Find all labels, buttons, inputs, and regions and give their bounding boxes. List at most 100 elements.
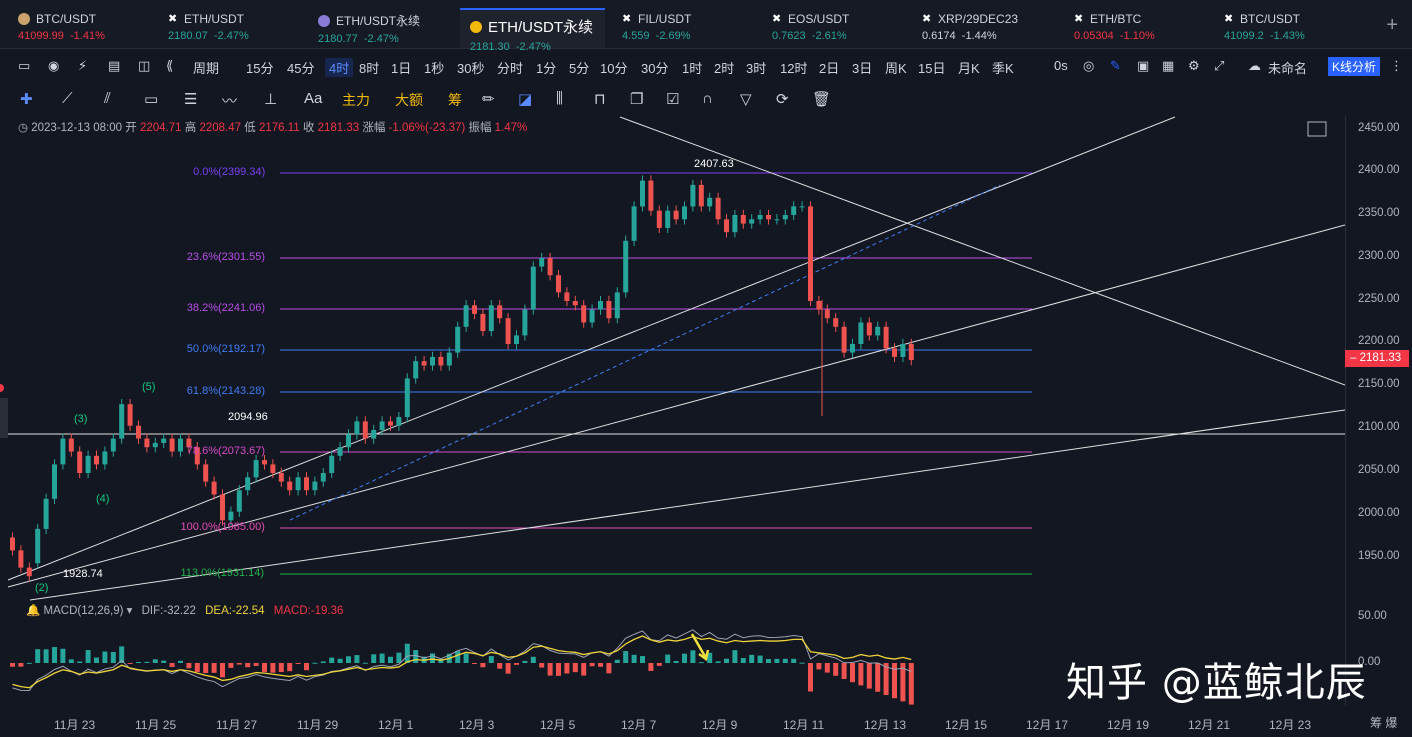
macd-value: MACD:-19.36 [273,605,344,617]
macd-bar [539,663,545,668]
bell-icon[interactable]: 🔔 [26,605,40,617]
macd-bar [757,655,763,663]
candle [673,210,679,220]
macd-bar [740,658,746,663]
macd-bar [312,662,318,664]
price-tick: 2450.00 [1358,122,1400,134]
candle [623,240,629,293]
macd-bar [505,663,511,674]
candle [522,309,528,336]
more-icon[interactable]: ⋮ [1390,58,1403,74]
macd-bar [522,660,528,663]
macd-bar [455,651,461,663]
macd-bar [245,663,251,668]
candle [371,430,377,439]
price-tick: 2000.00 [1358,507,1400,519]
macd-bar [724,658,729,663]
date-tick: 12月 7 [621,718,657,732]
candle [682,206,687,220]
macd-bar [824,663,830,673]
candle [589,309,595,323]
macd-bar [253,663,259,666]
fullscreen-toggle-icon [1307,121,1327,137]
macd-bar [472,663,477,664]
fib-level-label: 100.0%(1985.00) [180,521,265,533]
level-annotation: 2094.96 [228,411,268,423]
wave-label: (5) [142,381,156,393]
current-price-tag: – 2181.33 [1345,350,1409,367]
date-tick: 11月 29 [297,718,339,732]
macd-bar [304,663,309,671]
macd-bar [858,663,864,686]
macd-bar [404,643,410,663]
candle [707,197,713,207]
macd-bar [35,649,41,663]
candle [430,356,435,366]
candle [690,184,696,207]
macd-bar [514,663,519,665]
add-tab-icon[interactable]: + [1386,14,1398,37]
macd-bar [354,655,360,663]
trendline [7,116,1176,581]
fib-level-label: 61.8%(2143.28) [186,385,266,397]
macd-bar [236,663,242,665]
macd-bar [136,661,141,663]
macd-bar [85,650,91,663]
candle [18,550,24,568]
macd-bar [488,656,494,663]
date-tick: 12月 21 [1188,718,1231,732]
candle [875,326,881,336]
macd-bar [631,654,637,663]
candle [530,266,536,310]
candle [505,318,511,344]
macd-bar [656,663,662,666]
candle [127,404,133,426]
candle [514,335,519,344]
macd-bar [564,663,570,674]
macd-bar [648,663,654,671]
candle [102,451,108,465]
candle [665,210,671,228]
price-axis[interactable]: 2450.00 2400.00 2350.00 2300.00 2250.00 2200.… [1345,116,1412,706]
macd-bar [808,663,813,692]
candle [791,206,797,215]
macd-bar [430,653,435,663]
candle [455,326,461,353]
candle [388,421,393,426]
candle [614,292,620,319]
candle [908,344,914,361]
date-tick: 11月 23 [54,718,96,732]
candle [858,322,864,344]
candle [715,197,721,220]
candle [245,477,251,491]
candle [253,460,259,478]
macd-bar [396,652,402,663]
macd-label[interactable]: MACD(12,26,9) [44,605,124,617]
candle [295,477,301,491]
candle [287,481,293,491]
price-tick: 2100.00 [1358,421,1400,433]
macd-bar [127,663,133,664]
side-collapse-handle[interactable] [0,398,8,438]
macd-bar [673,660,679,663]
candle [43,498,49,529]
macd-bar [413,650,419,663]
price-chart[interactable] [0,0,1345,737]
macd-bar [144,661,150,663]
macd-bar [581,663,587,676]
date-tick: 11月 27 [216,718,258,732]
candle [581,305,587,323]
fib-level-label: 23.6%(2301.55) [186,251,266,263]
candle [816,301,822,310]
macd-bar [287,663,293,672]
candle [472,305,477,314]
macd-bar [732,650,738,663]
macd-bar [337,658,343,663]
macd-bar [52,647,57,663]
candle [161,438,167,443]
macd-tick: 50.00 [1358,610,1387,622]
candle [144,438,150,448]
macd-bar [362,662,368,664]
candle [362,421,368,439]
macd-bar [480,663,486,668]
